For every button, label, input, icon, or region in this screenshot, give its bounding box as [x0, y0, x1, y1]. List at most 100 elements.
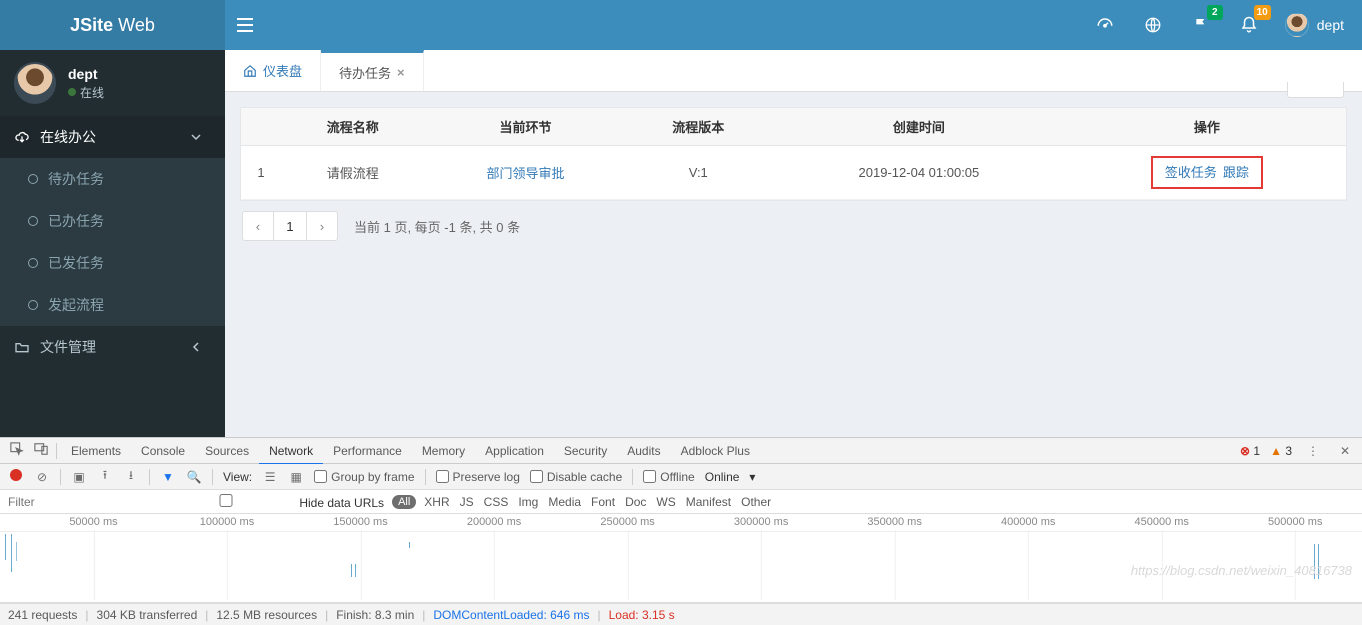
- offline-toggle[interactable]: Offline: [643, 470, 694, 484]
- import-icon[interactable]: ⭳: [123, 466, 139, 487]
- step-link[interactable]: 部门领导审批: [487, 166, 565, 181]
- timeline-tick: 250000 ms: [600, 516, 654, 528]
- network-timeline[interactable]: 50000 ms100000 ms150000 ms200000 ms25000…: [0, 514, 1362, 603]
- sidebar-section-label: 文件管理: [40, 337, 96, 357]
- pager-next[interactable]: ›: [306, 211, 338, 241]
- filter-type-ws[interactable]: WS: [656, 495, 675, 509]
- notifications-btn[interactable]: 10: [1237, 13, 1261, 37]
- tab-dashboard[interactable]: 仪表盘: [225, 50, 321, 91]
- circle-icon: [28, 300, 38, 310]
- sidebar-item-label: 发起流程: [48, 295, 104, 315]
- filter-type-xhr[interactable]: XHR: [424, 495, 449, 509]
- brand-light: Web: [113, 15, 155, 35]
- throttle-label: Online: [705, 470, 740, 484]
- sidebar-item-start[interactable]: 发起流程: [0, 284, 225, 326]
- kebab-icon[interactable]: ⋮: [1302, 444, 1324, 458]
- cb-label: Group by frame: [331, 470, 414, 484]
- filter-type-doc[interactable]: Doc: [625, 495, 646, 509]
- hide-data-urls[interactable]: Hide data URLs: [156, 494, 384, 510]
- filter-icon[interactable]: ▼: [160, 470, 176, 484]
- table-row[interactable]: 1 请假流程 部门领导审批 V:1 2019-12-04 01:00:05 签收…: [241, 146, 1346, 200]
- device-icon[interactable]: [30, 442, 52, 459]
- circle-icon: [28, 216, 38, 226]
- status-requests: 241 requests: [8, 608, 77, 622]
- camera-icon[interactable]: ▣: [71, 470, 87, 484]
- sidebar: dept 在线 在线办公 待办任务 已办任务 已发任务 发起流程: [0, 50, 225, 437]
- disable-cache[interactable]: Disable cache: [530, 470, 622, 484]
- devtools-tab-security[interactable]: Security: [554, 439, 617, 463]
- group-by-frame[interactable]: Group by frame: [314, 470, 414, 484]
- th-created[interactable]: 创建时间: [770, 108, 1068, 146]
- globe-icon-btn[interactable]: [1141, 13, 1165, 37]
- devtools-tab-memory[interactable]: Memory: [412, 439, 475, 463]
- tab-todo[interactable]: 待办任务 ×: [321, 50, 424, 91]
- list-view-icon[interactable]: ☰: [262, 470, 278, 484]
- filter-type-js[interactable]: JS: [460, 495, 474, 509]
- close-icon[interactable]: ×: [397, 65, 405, 80]
- sidebar-item-label: 待办任务: [48, 169, 104, 189]
- search-icon[interactable]: 🔍: [186, 470, 202, 484]
- export-icon[interactable]: ⭱: [97, 466, 113, 487]
- pager-prev[interactable]: ‹: [242, 211, 274, 241]
- sidebar-item-sent[interactable]: 已发任务: [0, 242, 225, 284]
- folder-icon: [14, 340, 30, 354]
- filter-type-css[interactable]: CSS: [484, 495, 509, 509]
- avatar-icon: [1285, 13, 1309, 37]
- warn-num: 3: [1285, 444, 1292, 458]
- devtools-tab-application[interactable]: Application: [475, 439, 554, 463]
- devtools-tab-adblock-plus[interactable]: Adblock Plus: [671, 439, 760, 463]
- filter-type-media[interactable]: Media: [548, 495, 581, 509]
- th-version[interactable]: 流程版本: [626, 108, 770, 146]
- devtools-tab-performance[interactable]: Performance: [323, 439, 412, 463]
- th-step[interactable]: 当前环节: [425, 108, 627, 146]
- sidebar-item-done[interactable]: 已办任务: [0, 200, 225, 242]
- main-content: 仪表盘 待办任务 × 流程名称 当前环节 流程版本: [225, 50, 1362, 437]
- preserve-log[interactable]: Preserve log: [436, 470, 520, 484]
- filter-all[interactable]: All: [392, 495, 416, 509]
- devtools-tab-sources[interactable]: Sources: [195, 439, 259, 463]
- filter-type-manifest[interactable]: Manifest: [686, 495, 731, 509]
- clear-icon[interactable]: ⊘: [34, 470, 50, 484]
- cloud-icon: [14, 130, 30, 144]
- cell-ops: 签收任务 跟踪: [1068, 146, 1346, 200]
- sidebar-section-files[interactable]: 文件管理: [0, 326, 225, 368]
- messages-btn[interactable]: 2: [1189, 13, 1213, 37]
- close-icon[interactable]: ✕: [1334, 444, 1356, 458]
- sidebar-section-online[interactable]: 在线办公: [0, 116, 225, 158]
- devtools-tab-console[interactable]: Console: [131, 439, 195, 463]
- record-button[interactable]: [8, 469, 24, 484]
- sidebar-toggle[interactable]: [225, 18, 265, 32]
- sidebar-username: dept: [68, 66, 104, 82]
- cell-step: 部门领导审批: [425, 146, 627, 200]
- timeline-tick: 450000 ms: [1134, 516, 1188, 528]
- filter-type-img[interactable]: Img: [518, 495, 538, 509]
- avatar-icon: [14, 62, 56, 104]
- user-menu[interactable]: dept: [1285, 13, 1344, 37]
- filter-type-font[interactable]: Font: [591, 495, 615, 509]
- big-view-icon[interactable]: ▦: [288, 470, 304, 484]
- sidebar-section-label: 在线办公: [40, 127, 96, 147]
- th-name[interactable]: 流程名称: [281, 108, 425, 146]
- dashboard-icon-btn[interactable]: [1093, 13, 1117, 37]
- sidebar-user[interactable]: dept 在线: [0, 50, 225, 116]
- op-track[interactable]: 跟踪: [1223, 162, 1249, 181]
- devtools-tab-elements[interactable]: Elements: [61, 439, 131, 463]
- op-sign[interactable]: 签收任务: [1165, 162, 1217, 181]
- throttle-select[interactable]: Online ▾: [705, 470, 756, 484]
- timeline-tick: 200000 ms: [467, 516, 521, 528]
- tab-label: 仪表盘: [263, 61, 302, 80]
- brand-logo[interactable]: JSite Web: [0, 0, 225, 50]
- devtools-tab-network[interactable]: Network: [259, 439, 323, 465]
- inspect-icon[interactable]: [6, 442, 28, 459]
- filter-type-other[interactable]: Other: [741, 495, 771, 509]
- error-count[interactable]: ⊗ 1: [1240, 444, 1260, 458]
- sidebar-item-todo[interactable]: 待办任务: [0, 158, 225, 200]
- timeline-tick: 350000 ms: [867, 516, 921, 528]
- warn-count[interactable]: ▲ 3: [1270, 444, 1292, 458]
- tab-label: 待办任务: [339, 63, 391, 82]
- globe-icon: [1144, 16, 1162, 34]
- devtools-tab-audits[interactable]: Audits: [617, 439, 670, 463]
- pager-current[interactable]: 1: [274, 211, 306, 241]
- filter-input[interactable]: [8, 495, 148, 509]
- cell-version: V:1: [626, 146, 770, 200]
